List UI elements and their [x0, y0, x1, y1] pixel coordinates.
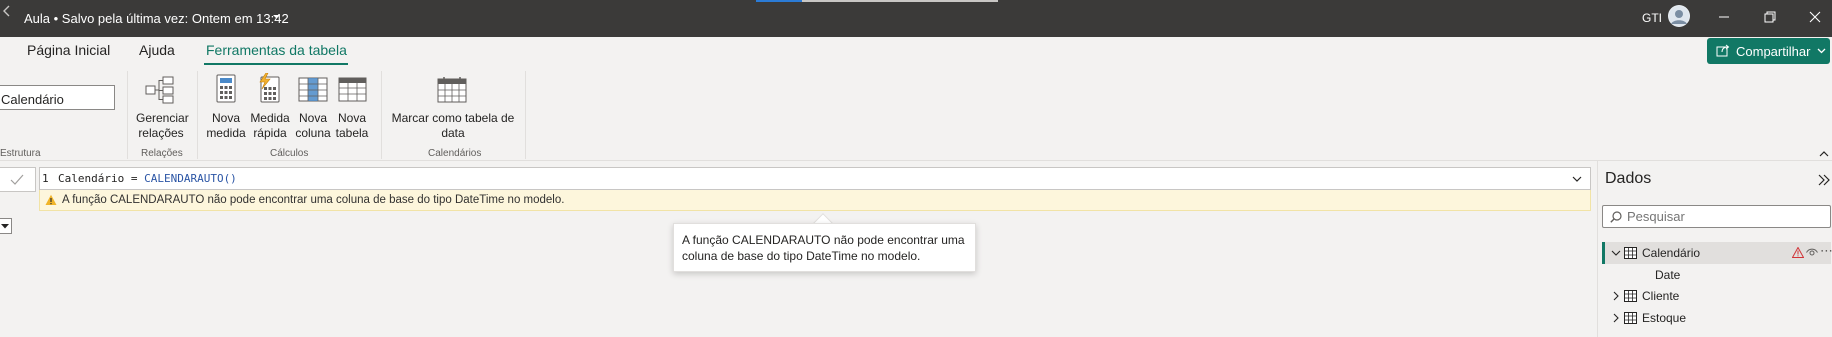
window-title: Aula • Salvo pela última vez: Ontem em 1… — [24, 11, 289, 26]
chevron-up-icon[interactable] — [1819, 150, 1829, 158]
group-divider — [525, 71, 526, 159]
warning-text: A função CALENDARAUTO não pode encontrar… — [62, 194, 565, 206]
table-row-estoque[interactable]: Estoque — [1602, 307, 1831, 329]
commit-formula-button[interactable] — [0, 167, 36, 192]
group-label-calculos: Cálculos — [270, 148, 309, 159]
group-divider — [127, 71, 128, 159]
restore-icon[interactable] — [1761, 8, 1779, 26]
visibility-icon[interactable] — [1806, 248, 1818, 257]
nova-tabela-label-2: tabela — [335, 126, 369, 140]
data-pane: Dados Calendário ⋯ Date Cliente Estoque — [1597, 161, 1832, 337]
data-search-box[interactable] — [1602, 205, 1831, 228]
gerenciar-label-1: Gerenciar — [136, 111, 189, 125]
chevron-down-icon[interactable] — [272, 12, 281, 21]
line-number: 1 — [42, 172, 49, 185]
field-row-date[interactable]: Date — [1602, 264, 1831, 286]
marcar-label-1: Marcar como tabela de — [391, 111, 515, 125]
table-name-input[interactable] — [0, 85, 115, 110]
tooltip-line-1: A função CALENDARAUTO não pode encontrar… — [682, 233, 965, 247]
chevron-down-icon — [1, 224, 9, 229]
loading-progress — [756, 0, 998, 2]
nova-coluna-label-1: Nova — [298, 111, 327, 125]
table-row-calendario[interactable]: Calendário ⋯ — [1602, 242, 1832, 264]
error-tooltip: A função CALENDARAUTO não pode encontrar… — [673, 223, 976, 272]
back-arrow-icon[interactable] — [0, 4, 14, 18]
checkmark-icon — [10, 174, 24, 185]
collapse-pane-icon[interactable] — [1817, 173, 1831, 187]
group-label-relacoes: Relações — [141, 148, 183, 159]
formula-lhs: Calendário = — [58, 172, 145, 185]
formula-function: CALENDARAUTO() — [144, 172, 237, 185]
nova-medida-label-1: Nova — [211, 111, 240, 125]
user-initials[interactable]: GTI — [1642, 11, 1662, 25]
quick-measure-icon — [259, 73, 280, 103]
new-column-icon — [298, 77, 328, 102]
marcar-label-2: data — [441, 126, 465, 140]
minimize-icon[interactable] — [1715, 8, 1733, 26]
table-icon — [1624, 290, 1637, 302]
medida-rapida-label-2: rápida — [253, 126, 287, 140]
share-button[interactable]: Compartilhar — [1707, 38, 1830, 64]
tooltip-line-2: coluna de base do tipo DateTime no model… — [682, 249, 921, 263]
more-options-icon[interactable]: ⋯ — [1820, 243, 1832, 259]
tab-pagina-inicial[interactable]: Página Inicial — [27, 42, 110, 58]
chevron-down-icon — [1817, 48, 1826, 54]
new-table-icon — [338, 77, 367, 102]
nova-tabela-label-1: Nova — [337, 111, 366, 125]
ribbon: Estrutura Gerenciar relações Relações No… — [0, 67, 1832, 161]
medida-rapida-label-1: Medida — [250, 111, 290, 125]
table-name: Calendário — [1642, 246, 1701, 260]
calculator-icon — [216, 74, 236, 103]
chevron-right-icon[interactable] — [1611, 313, 1621, 323]
field-name: Date — [1655, 268, 1681, 282]
loading-progress-fill — [756, 0, 802, 2]
group-divider — [381, 71, 382, 159]
error-icon — [1792, 247, 1804, 258]
chevron-down-icon[interactable] — [1611, 248, 1621, 258]
nova-coluna-label-2: coluna — [295, 126, 331, 140]
group-label-calendarios: Calendários — [428, 148, 482, 159]
close-icon[interactable] — [1806, 8, 1824, 26]
active-tab-underline — [204, 63, 348, 65]
group-divider — [197, 71, 198, 159]
search-input[interactable] — [1627, 208, 1827, 225]
formula-editor[interactable]: 1 Calendário = CALENDARAUTO() — [39, 167, 1591, 190]
calculated-table-icon — [1624, 247, 1637, 259]
dropdown-toggle[interactable] — [0, 218, 12, 234]
chevron-right-icon[interactable] — [1611, 291, 1621, 301]
share-icon — [1716, 44, 1730, 57]
tab-ajuda[interactable]: Ajuda — [139, 42, 175, 58]
gerenciar-label-2: relações — [138, 126, 184, 140]
nova-medida-label-2: medida — [206, 126, 246, 140]
chevron-down-icon[interactable] — [1572, 176, 1582, 183]
warning-icon — [45, 194, 57, 205]
group-label-estrutura: Estrutura — [0, 148, 41, 159]
relationships-icon — [145, 76, 174, 104]
calendar-icon — [437, 77, 467, 103]
tab-ferramentas-da-tabela[interactable]: Ferramentas da tabela — [206, 42, 347, 58]
table-name: Estoque — [1642, 311, 1687, 325]
table-row-cliente[interactable]: Cliente — [1602, 285, 1831, 307]
table-icon — [1624, 312, 1637, 324]
table-name: Cliente — [1642, 289, 1680, 303]
avatar[interactable] — [1668, 5, 1690, 27]
formula-warning-bar: A função CALENDARAUTO não pode encontrar… — [39, 190, 1591, 211]
title-bar: Aula • Salvo pela última vez: Ontem em 1… — [0, 0, 1832, 37]
data-pane-title: Dados — [1605, 170, 1652, 187]
formula-expression[interactable]: Calendário = CALENDARAUTO() — [58, 172, 237, 185]
share-label: Compartilhar — [1736, 44, 1811, 59]
search-icon — [1610, 211, 1622, 223]
